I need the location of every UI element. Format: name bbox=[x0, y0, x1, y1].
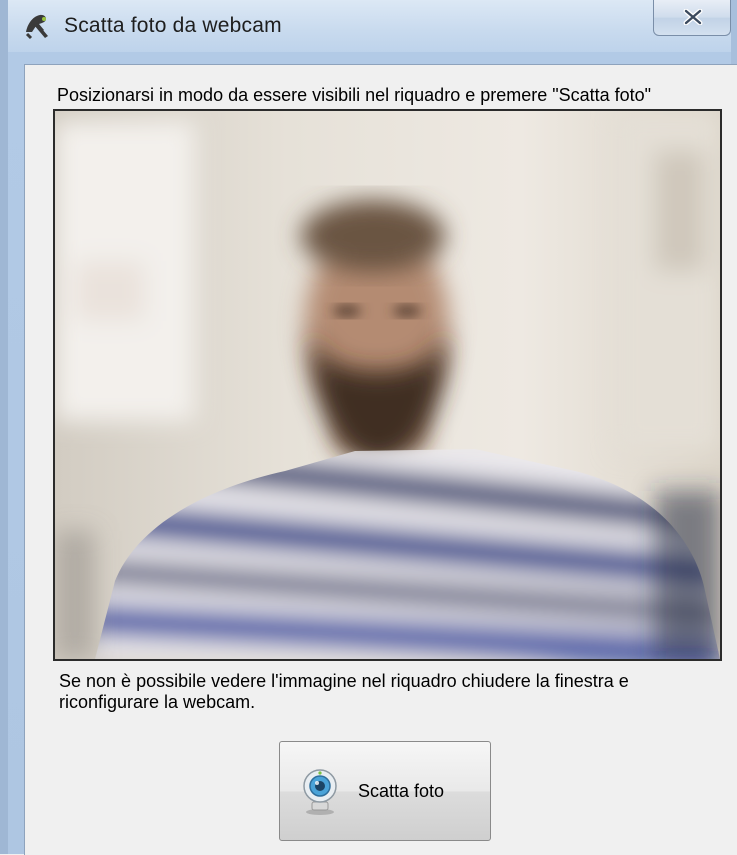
dialog-window: Scatta foto da webcam Posizionarsi in mo… bbox=[0, 0, 737, 855]
close-icon bbox=[683, 9, 703, 25]
close-button[interactable] bbox=[653, 0, 731, 36]
window-title: Scatta foto da webcam bbox=[64, 14, 282, 37]
title-bar[interactable]: Scatta foto da webcam bbox=[8, 0, 731, 52]
dialog-content: Posizionarsi in modo da essere visibili … bbox=[24, 64, 737, 855]
app-logo-icon bbox=[25, 14, 48, 40]
webcam-feed-image bbox=[55, 111, 720, 659]
webcam-icon bbox=[303, 769, 337, 815]
take-photo-label: Scatta foto bbox=[358, 781, 445, 801]
take-photo-button[interactable]: Scatta foto bbox=[279, 741, 491, 841]
bottom-note-text: Se non è possibile vedere l'immagine nel… bbox=[59, 671, 629, 712]
instruction-text: Posizionarsi in modo da essere visibili … bbox=[57, 85, 652, 105]
webcam-preview bbox=[53, 109, 722, 661]
